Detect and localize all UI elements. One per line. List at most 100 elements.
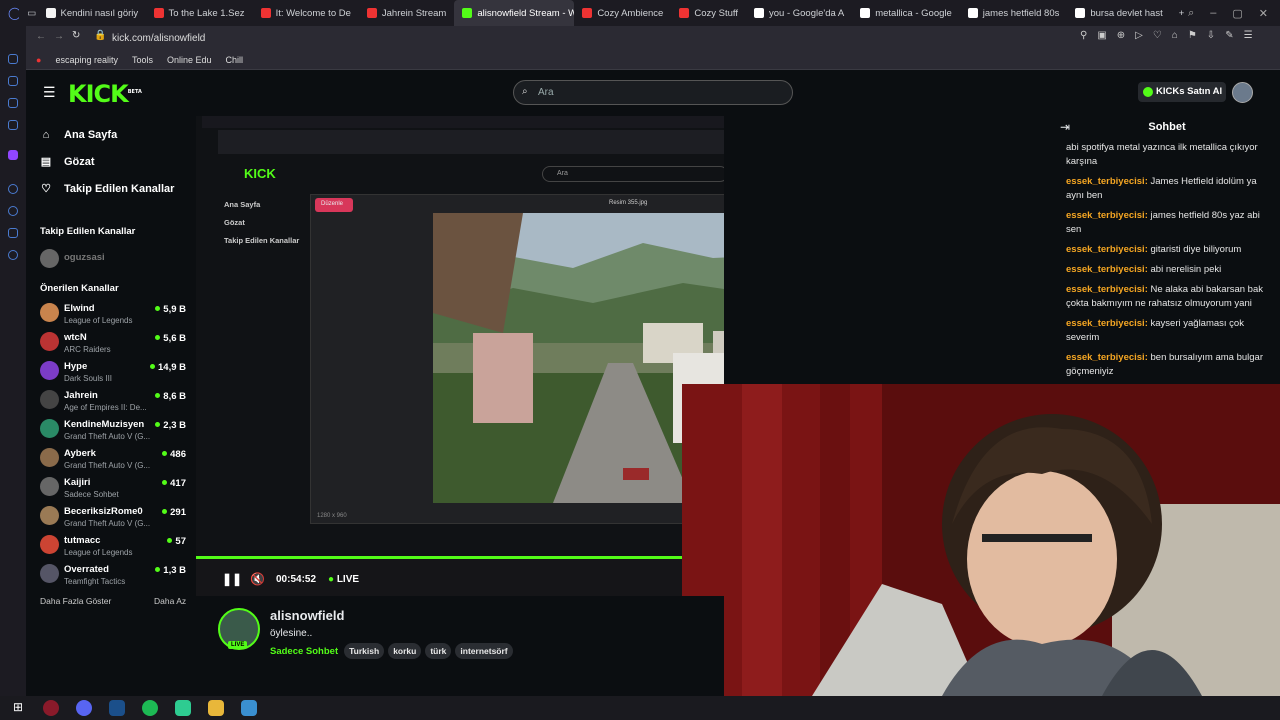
search-icon[interactable]: ⌕ xyxy=(1188,7,1194,20)
browser-tab[interactable]: To the Lake 1.Sez xyxy=(146,0,253,26)
hamburger-menu-icon[interactable]: ☰ xyxy=(43,84,56,101)
forward-icon[interactable]: → xyxy=(54,31,64,42)
browser-tab[interactable]: metallica - Google xyxy=(852,0,960,26)
twitch-icon[interactable] xyxy=(8,150,18,160)
browser-tab[interactable]: bursa devlet hast xyxy=(1067,0,1170,26)
mute-icon[interactable]: 🔇 xyxy=(250,572,265,586)
bookmark-online-edu[interactable]: Online Edu xyxy=(167,55,212,65)
tag[interactable]: Turkish xyxy=(344,643,385,659)
recommended-list: Elwind League of Legends 5,9 BwtcN ARC Raid… xyxy=(26,300,196,590)
recommended-channel[interactable]: Elwind League of Legends 5,9 B xyxy=(26,300,196,329)
search-input[interactable]: ⌕ Ara xyxy=(513,80,793,105)
back-icon[interactable]: ← xyxy=(36,31,46,42)
chat-username[interactable]: essek_terbiyecisi: xyxy=(1066,284,1148,295)
show-less-link[interactable]: Daha Az xyxy=(154,596,186,606)
viewer-count: 14,9 B xyxy=(150,362,186,373)
recommended-channel[interactable]: Jahrein Age of Empires II: De... 8,6 B xyxy=(26,387,196,416)
user-avatar[interactable] xyxy=(1232,82,1253,103)
new-tab-button[interactable]: + xyxy=(1171,0,1188,26)
tag[interactable]: türk xyxy=(425,643,452,659)
browser-tab[interactable]: Jahrein Stream xyxy=(359,0,454,26)
recommended-channel[interactable]: Ayberk Grand Theft Auto V (G... 486 xyxy=(26,445,196,474)
extension-icons[interactable]: ⚲▣⊕▷♡⌂⚑⇩✎☰ xyxy=(1080,30,1263,41)
sidebar-app-icon[interactable] xyxy=(8,228,18,238)
recommended-channel[interactable]: tutmacc League of Legends 57 xyxy=(26,532,196,561)
recommended-channel[interactable]: Hype Dark Souls III 14,9 B xyxy=(26,358,196,387)
show-more-link[interactable]: Daha Fazla Göster xyxy=(40,596,111,606)
nav-following[interactable]: ♡ Takip Edilen Kanallar xyxy=(26,175,196,202)
chat-message: essek_terbiyecisi: abi nerelisin peki xyxy=(1054,260,1280,280)
bookmark-escaping-reality[interactable]: escaping reality xyxy=(55,55,118,65)
recommended-channel[interactable]: Kaijiri Sadece Sohbet 417 xyxy=(26,474,196,503)
minimize-icon[interactable]: – xyxy=(1210,7,1216,20)
url-field[interactable]: kick.com/alisnowfield xyxy=(112,33,205,44)
sidebar-app-icon[interactable] xyxy=(8,184,18,194)
browser-tab[interactable]: Cozy Stuff xyxy=(671,0,746,26)
sidebar-app-icon[interactable] xyxy=(8,120,18,130)
discord-icon[interactable] xyxy=(76,700,92,716)
nav-browse[interactable]: ▤ Gözat xyxy=(26,148,196,175)
tab-overview-icon[interactable]: ▭ xyxy=(19,0,37,26)
clock-icon[interactable] xyxy=(8,206,18,216)
viewer-count: 2,3 B xyxy=(155,420,186,431)
viewer-count: 1,3 B xyxy=(155,565,186,576)
avatar xyxy=(40,332,59,351)
channel-game: Grand Theft Auto V (G... xyxy=(64,519,151,528)
steam-icon[interactable] xyxy=(109,700,125,716)
browser-tab[interactable]: alisnowfield Stream - Wat xyxy=(454,0,575,26)
chat-username[interactable]: essek_terbiyecisi: xyxy=(1066,264,1148,275)
chat-username[interactable]: essek_terbiyecisi: xyxy=(1066,318,1148,329)
recommended-channel[interactable]: KendineMuzisyen Grand Theft Auto V (G... 2… xyxy=(26,416,196,445)
chat-username[interactable]: essek_terbiyecisi: xyxy=(1066,244,1148,255)
viewer-count: 417 xyxy=(162,478,186,489)
file-explorer-icon[interactable] xyxy=(208,700,224,716)
sidebar-app-icon[interactable] xyxy=(8,76,18,86)
browser-tab[interactable]: It: Welcome to De xyxy=(253,0,359,26)
windows-start-icon[interactable]: ⊞ xyxy=(10,700,26,716)
bookmark-chill[interactable]: Chill xyxy=(226,55,244,65)
opera-icon[interactable] xyxy=(43,700,59,716)
spotify-icon[interactable] xyxy=(142,700,158,716)
sidebar-app-icon[interactable] xyxy=(8,54,18,64)
inner-edit-button: Düzenle xyxy=(315,198,353,212)
tab-favicon-icon xyxy=(260,8,271,18)
recommended-channel[interactable]: wtcN ARC Raiders 5,6 B xyxy=(26,329,196,358)
recommended-channel[interactable]: Overrated Teamfight Tactics 1,3 B xyxy=(26,561,196,590)
app-icon[interactable] xyxy=(175,700,191,716)
settings-icon[interactable] xyxy=(8,250,18,260)
tag[interactable]: korku xyxy=(388,643,422,659)
chat-username[interactable]: essek_terbiyecisi: xyxy=(1066,176,1148,187)
collapse-chat-icon[interactable]: ⇥ xyxy=(1060,120,1070,134)
webcam-image xyxy=(682,384,1280,696)
stream-progress-bar[interactable] xyxy=(196,556,724,559)
maximize-icon[interactable]: ▢ xyxy=(1232,7,1242,20)
browser-tab[interactable]: james hetfield 80s xyxy=(960,0,1068,26)
avatar xyxy=(40,564,59,583)
followed-channel[interactable]: oguzsasi xyxy=(26,246,196,275)
tag[interactable]: internetsörf xyxy=(455,643,513,659)
browser-menu-icon[interactable]: ◯ xyxy=(0,0,19,26)
browser-tab[interactable]: you - Google'da A xyxy=(746,0,852,26)
reload-icon[interactable]: ↻ xyxy=(72,30,80,41)
close-icon[interactable]: ✕ xyxy=(1259,7,1268,20)
kick-logo[interactable]: KICKBETA xyxy=(68,80,142,108)
video-player[interactable]: KICK Ara Ana Sayfa Gözat Takip Edilen Kana… xyxy=(196,116,724,596)
chat-username[interactable]: essek_terbiyecisi: xyxy=(1066,352,1148,363)
category-link[interactable]: Sadece Sohbet xyxy=(270,646,338,657)
browser-tab[interactable]: Kendini nasıl göriy xyxy=(38,0,146,26)
sidebar-app-icon[interactable] xyxy=(8,98,18,108)
channel-name[interactable]: alisnowfield xyxy=(270,608,344,623)
app-icon[interactable] xyxy=(241,700,257,716)
tab-label: alisnowfield Stream - Wat xyxy=(477,7,575,19)
chat-username[interactable]: essek_terbiyecisi: xyxy=(1066,210,1148,221)
heart-icon: ♡ xyxy=(41,183,51,195)
webcam-overlay xyxy=(682,384,1280,696)
buy-kicks-button[interactable]: KICKs Satın Al xyxy=(1138,82,1226,102)
bookmark-tools[interactable]: Tools xyxy=(132,55,153,65)
nav-home[interactable]: ⌂ Ana Sayfa xyxy=(26,121,196,148)
browse-icon: ▤ xyxy=(40,156,52,168)
browser-tab[interactable]: Cozy Ambience xyxy=(574,0,671,26)
bookmarks-bar: ● escaping reality Tools Online Edu Chil… xyxy=(0,50,1280,70)
pause-icon[interactable]: ❚❚ xyxy=(222,572,242,586)
recommended-channel[interactable]: BeceriksizRome0 Grand Theft Auto V (G... 2… xyxy=(26,503,196,532)
